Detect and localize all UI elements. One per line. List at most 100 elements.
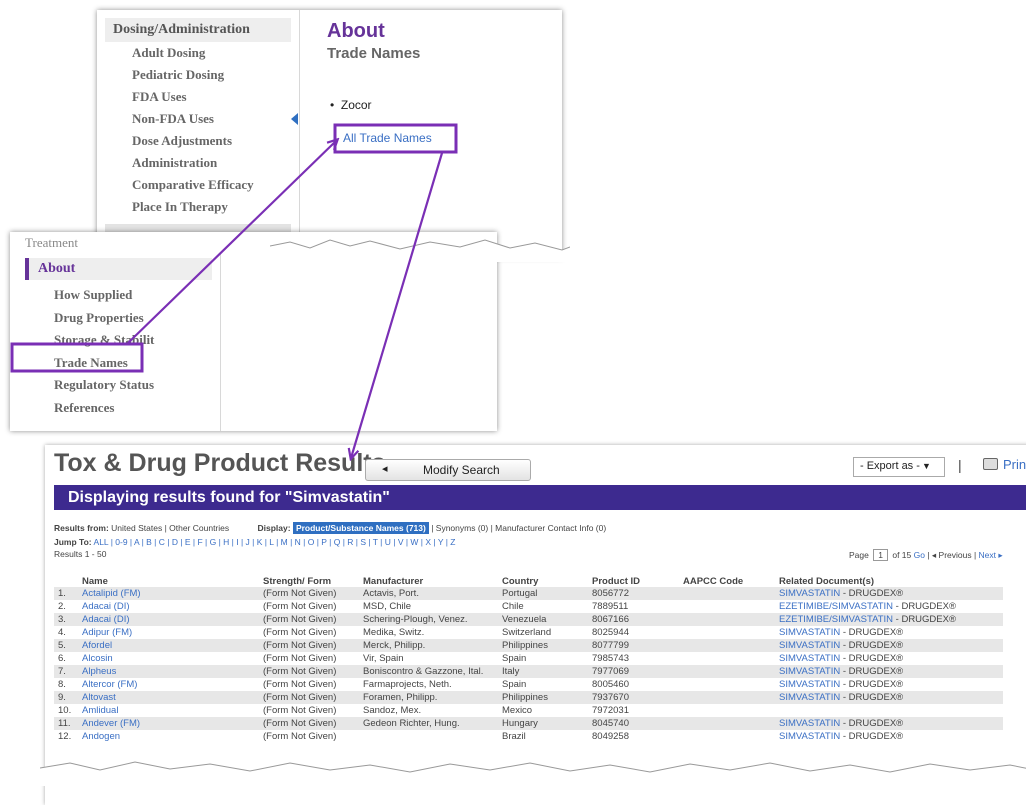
nav-item-comparative-efficacy[interactable]: Comparative Efficacy: [105, 174, 291, 196]
nav-item-pediatric-dosing[interactable]: Pediatric Dosing: [105, 64, 291, 86]
product-name-link[interactable]: Afordel: [78, 639, 259, 652]
row-number: 9.: [58, 692, 66, 703]
related-document-link[interactable]: SIMVASTATIN: [779, 679, 840, 690]
product-name-link[interactable]: Adipur (FM): [78, 626, 259, 639]
col-header-country[interactable]: Country: [498, 563, 588, 587]
aapcc-code-cell: [679, 639, 775, 652]
product-name-link[interactable]: Amlidual: [78, 704, 259, 717]
nav-section-about[interactable]: About: [25, 258, 212, 280]
nav-section-divider: [105, 224, 291, 232]
nav-item-how-supplied[interactable]: How Supplied: [54, 284, 154, 307]
torn-edge-decoration: [270, 239, 570, 262]
results-table: Name Strength/ Form Manufacturer Country…: [54, 563, 1003, 743]
product-name-link[interactable]: Adacai (DI): [78, 600, 259, 613]
strength-form-cell: (Form Not Given): [263, 666, 337, 677]
nav-item-trade-names[interactable]: Trade Names: [54, 352, 154, 375]
strength-form-cell: (Form Not Given): [263, 627, 337, 638]
col-header-aapcc-code[interactable]: AAPCC Code: [679, 563, 775, 587]
related-document-link[interactable]: EZETIMIBE/SIMVASTATIN: [779, 601, 893, 612]
strength-form-cell: (Form Not Given): [263, 640, 337, 651]
product-name-link[interactable]: Andever (FM): [78, 717, 259, 730]
product-name-link[interactable]: Actalipid (FM): [78, 587, 259, 600]
product-name-link[interactable]: Alpheus: [78, 665, 259, 678]
all-trade-names-link[interactable]: All Trade Names: [343, 131, 432, 145]
related-document-link[interactable]: SIMVASTATIN: [779, 640, 840, 651]
jump-letter-links[interactable]: ALL | 0-9 | A | B | C | D | E | F | G | …: [94, 537, 456, 547]
nav-item-dose-adjustments[interactable]: Dose Adjustments: [105, 130, 291, 152]
col-header-strength-form[interactable]: Strength/ Form: [259, 563, 359, 587]
nav-item-adult-dosing[interactable]: Adult Dosing: [105, 42, 291, 64]
nav-item-regulatory-status[interactable]: Regulatory Status: [54, 374, 154, 397]
next-link[interactable]: Next ▸: [979, 550, 1003, 560]
related-document-link[interactable]: SIMVASTATIN: [779, 692, 840, 703]
go-button[interactable]: Go: [914, 550, 925, 560]
nav-item-references[interactable]: References: [54, 397, 154, 420]
related-document-link[interactable]: SIMVASTATIN: [779, 731, 840, 742]
related-document-source: - DRUGDEX®: [840, 627, 904, 638]
print-button[interactable]: Print: [983, 457, 1026, 472]
col-header-name[interactable]: Name: [78, 563, 259, 587]
product-name-link[interactable]: Alcosin: [78, 652, 259, 665]
nav-item-non-fda-uses[interactable]: Non-FDA Uses: [105, 108, 291, 130]
country-cell: Hungary: [502, 718, 538, 729]
row-number: 11.: [58, 718, 71, 729]
nav-item-treatment[interactable]: Treatment: [25, 235, 78, 251]
country-cell: Venezuela: [502, 614, 547, 625]
previous-link[interactable]: ◂ Previous: [932, 550, 972, 560]
related-document-link[interactable]: EZETIMIBE/SIMVASTATIN: [779, 614, 893, 625]
export-select[interactable]: - Export as - ▼: [853, 457, 945, 477]
manufacturer-cell: Gedeon Richter, Hung.: [363, 718, 460, 729]
page-total: of 15: [892, 550, 912, 560]
product-id-cell: 7972031: [592, 705, 629, 716]
manufacturer-cell: Farmaprojects, Neth.: [363, 679, 452, 690]
page-number-input[interactable]: 1: [873, 549, 888, 561]
related-document-link[interactable]: SIMVASTATIN: [779, 627, 840, 638]
manufacturer-cell: Sandoz, Mex.: [363, 705, 422, 716]
product-id-cell: 8077799: [592, 640, 629, 651]
related-document-cell: SIMVASTATIN - DRUGDEX®: [775, 665, 1003, 678]
manufacturer-cell: Foramen, Philipp.: [363, 692, 438, 703]
row-number: 2.: [58, 601, 66, 612]
related-document-source: - DRUGDEX®: [840, 640, 904, 651]
row-number: 5.: [58, 640, 66, 651]
related-document-link[interactable]: SIMVASTATIN: [779, 666, 840, 677]
page-label: Page: [849, 550, 869, 560]
table-row: 10. Amlidual (Form Not Given) Sandoz, Mex. M…: [54, 704, 1003, 717]
strength-form-cell: (Form Not Given): [263, 718, 337, 729]
related-document-link[interactable]: SIMVASTATIN: [779, 588, 840, 599]
related-document-cell: SIMVASTATIN - DRUGDEX®: [775, 587, 1003, 600]
nav-item-place-in-therapy[interactable]: Place In Therapy: [105, 196, 291, 218]
torn-edge-decoration-bottom: [40, 761, 1026, 786]
about-subnav: How Supplied Drug Properties Storage & S…: [54, 284, 154, 419]
product-name-link[interactable]: Altovast: [78, 691, 259, 704]
manufacturer-cell: MSD, Chile: [363, 601, 412, 612]
results-from-options[interactable]: United States | Other Countries: [111, 523, 229, 533]
product-name-link[interactable]: Andogen: [78, 730, 259, 743]
related-document-source: - DRUGDEX®: [893, 614, 956, 625]
col-header-product-id[interactable]: Product ID: [588, 563, 679, 587]
related-document-cell: SIMVASTATIN - DRUGDEX®: [775, 639, 1003, 652]
nav-item-drug-properties[interactable]: Drug Properties: [54, 307, 154, 330]
nav-item-administration[interactable]: Administration: [105, 152, 291, 174]
nav-item-storage-stability[interactable]: Storage & Stabilit: [54, 329, 154, 352]
display-other-tabs[interactable]: | Synonyms (0) | Manufacturer Contact In…: [431, 523, 606, 533]
product-name-link[interactable]: Adacai (DI): [78, 613, 259, 626]
jump-to-bar: Jump To: ALL | 0-9 | A | B | C | D | E |…: [54, 537, 455, 547]
nav-section-dosing-administration[interactable]: Dosing/Administration: [105, 18, 291, 42]
results-count: Results 1 - 50: [54, 549, 107, 559]
results-from-label: Results from:: [54, 523, 109, 533]
col-header-related-documents[interactable]: Related Document(s): [775, 563, 1003, 587]
nav-item-fda-uses[interactable]: FDA Uses: [105, 86, 291, 108]
collapse-caret-icon[interactable]: [291, 113, 298, 125]
col-header-manufacturer[interactable]: Manufacturer: [359, 563, 498, 587]
modify-search-button[interactable]: ◂ Modify Search: [365, 459, 531, 481]
row-number: 4.: [58, 627, 66, 638]
results-table-body: 1. Actalipid (FM) (Form Not Given) Actavis,…: [54, 587, 1003, 743]
display-product-names-tab[interactable]: Product/Substance Names (713): [292, 522, 429, 534]
aapcc-code-cell: [679, 626, 775, 639]
product-id-cell: 7889511: [592, 601, 629, 612]
product-name-link[interactable]: Altercor (FM): [78, 678, 259, 691]
related-document-link[interactable]: SIMVASTATIN: [779, 718, 840, 729]
related-document-link[interactable]: SIMVASTATIN: [779, 653, 840, 664]
table-row: 7. Alpheus (Form Not Given) Boniscontro & G…: [54, 665, 1003, 678]
